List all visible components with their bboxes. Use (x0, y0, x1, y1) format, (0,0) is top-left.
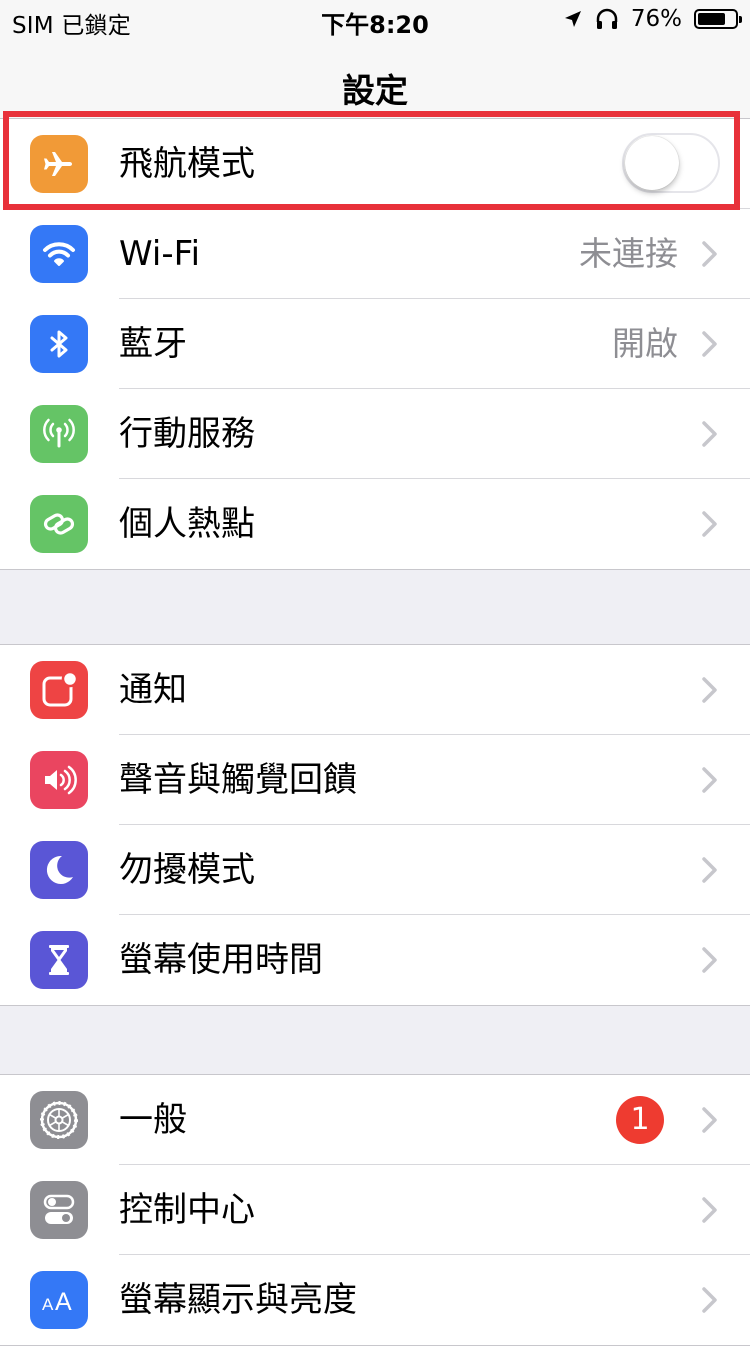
wifi-icon (30, 225, 88, 283)
toggle-knob (625, 136, 679, 190)
row-cellular[interactable]: 行動服務 (0, 389, 750, 479)
battery-icon (694, 9, 742, 29)
row-sounds-haptics[interactable]: 聲音與觸覺回饋 (0, 735, 750, 825)
row-bluetooth[interactable]: 藍牙 開啟 (0, 299, 750, 389)
row-label: 行動服務 (119, 414, 255, 454)
chevron-right-icon (702, 947, 717, 973)
chevron-right-icon (702, 767, 717, 793)
connectivity-group: 飛航模式 Wi-Fi 未連接 藍牙 開啟 行動服務 個人熱點 (0, 118, 750, 570)
row-label: 勿擾模式 (119, 850, 255, 890)
row-label: 飛航模式 (119, 144, 255, 184)
chevron-right-icon (702, 421, 717, 447)
row-label: Wi-Fi (119, 234, 201, 274)
row-label: 通知 (119, 670, 187, 710)
hourglass-icon (30, 931, 88, 989)
bluetooth-icon (30, 315, 88, 373)
row-do-not-disturb[interactable]: 勿擾模式 (0, 825, 750, 915)
row-notifications[interactable]: 通知 (0, 645, 750, 735)
row-display-brightness[interactable]: A A 螢幕顯示與亮度 (0, 1255, 750, 1345)
row-control-center[interactable]: 控制中心 (0, 1165, 750, 1255)
airplane-icon (30, 135, 88, 193)
chevron-right-icon (702, 1287, 717, 1313)
row-label: 螢幕使用時間 (119, 940, 323, 980)
navigation-bar: 設定 (0, 40, 750, 129)
moon-icon (30, 841, 88, 899)
row-label: 聲音與觸覺回饋 (119, 760, 357, 800)
chevron-right-icon (702, 241, 717, 267)
chevron-right-icon (702, 1197, 717, 1223)
row-screen-time[interactable]: 螢幕使用時間 (0, 915, 750, 1005)
location-arrow-icon (564, 11, 581, 27)
row-label: 個人熱點 (119, 504, 255, 544)
battery-percent: 76% (630, 6, 682, 32)
cellular-antenna-icon (30, 405, 88, 463)
speaker-icon (30, 751, 88, 809)
status-bar: SIM 已鎖定 下午8:20 76% (0, 0, 750, 40)
chevron-right-icon (702, 511, 717, 537)
airplane-mode-toggle[interactable] (622, 133, 720, 193)
general-group: 一般 1 控制中心 A A 螢幕顯示與亮度 (0, 1074, 750, 1346)
page-title: 設定 (342, 71, 408, 110)
notifications-icon (30, 661, 88, 719)
update-badge: 1 (616, 1096, 664, 1144)
status-right: 76% (563, 6, 742, 32)
row-personal-hotspot[interactable]: 個人熱點 (0, 479, 750, 569)
svg-text:A: A (55, 1288, 72, 1316)
text-size-icon: A A (30, 1271, 88, 1329)
gear-icon (30, 1091, 88, 1149)
notifications-group: 通知 聲音與觸覺回饋 勿擾模式 螢幕使用時間 (0, 644, 750, 1006)
chevron-right-icon (702, 677, 717, 703)
row-wifi[interactable]: Wi-Fi 未連接 (0, 209, 750, 299)
row-value: 開啟 (612, 324, 678, 363)
row-label: 螢幕顯示與亮度 (119, 1280, 357, 1320)
hotspot-link-icon (30, 495, 88, 553)
row-value: 未連接 (579, 234, 678, 273)
row-general[interactable]: 一般 1 (0, 1075, 750, 1165)
chevron-right-icon (702, 857, 717, 883)
headphones-icon (596, 8, 618, 29)
chevron-right-icon (702, 331, 717, 357)
svg-text:A: A (42, 1295, 54, 1314)
battery-fill (698, 13, 726, 25)
switches-icon (30, 1181, 88, 1239)
row-label: 一般 (119, 1100, 187, 1140)
chevron-right-icon (702, 1107, 717, 1133)
row-airplane-mode[interactable]: 飛航模式 (0, 119, 750, 209)
row-label: 控制中心 (119, 1190, 255, 1230)
row-label: 藍牙 (119, 324, 187, 364)
